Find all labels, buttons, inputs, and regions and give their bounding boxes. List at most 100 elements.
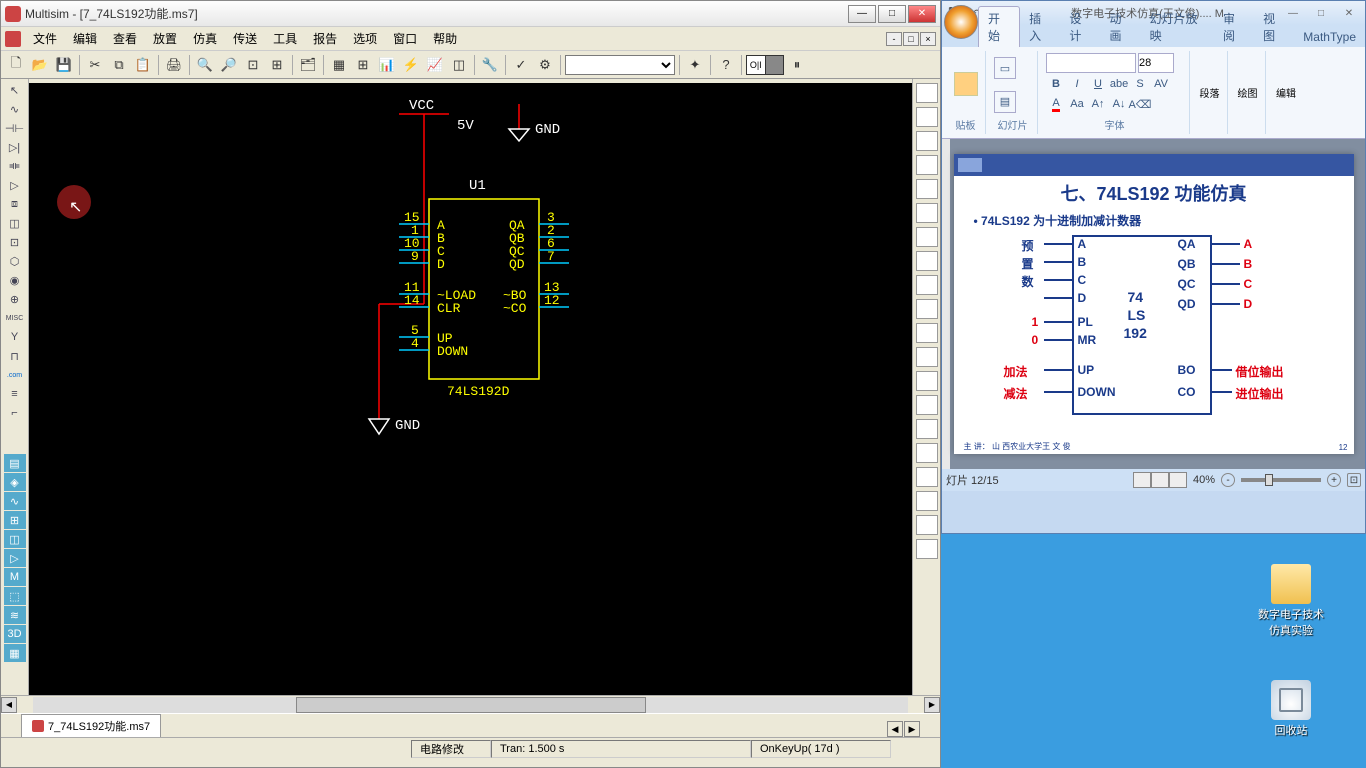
scope4-icon[interactable] [916,179,938,199]
titlebar[interactable]: Multisim - [7_74LS192功能.ms7] — □ ✕ [1,1,940,27]
clear-format-button[interactable]: A⌫ [1130,95,1150,113]
bus-tool[interactable]: ≡ [4,385,26,403]
diode-tool[interactable]: ▷| [4,138,26,156]
grow-font-button[interactable]: A↑ [1088,95,1108,113]
schematic-canvas[interactable]: VCC 5V GND GND U1 74LS192D [29,79,912,695]
mdi-minimize[interactable]: - [886,32,902,46]
spectrum-tool[interactable]: ▦ [4,644,26,662]
horizontal-scrollbar[interactable]: ◀ ▶ [1,695,940,713]
tab-design[interactable]: 设计 [1060,7,1100,47]
ttl-tool[interactable]: ⧈ [4,195,26,213]
ivanalyzer-icon[interactable] [916,323,938,343]
menu-simulate[interactable]: 仿真 [185,28,225,49]
layout-button[interactable]: ▤ [994,91,1016,113]
file-tab[interactable]: 7_74LS192功能.ms7 [21,714,161,737]
labview-icon[interactable] [916,515,938,535]
menu-window[interactable]: 窗口 [385,28,425,49]
zoom-area-button[interactable]: ⊡ [242,54,264,76]
check-button[interactable]: ✓ [510,54,532,76]
cut-button[interactable]: ✂ [84,54,106,76]
menu-reports[interactable]: 报告 [305,28,345,49]
paragraph-button[interactable]: 段落 [1198,66,1221,120]
transistor-tool[interactable]: ⟚ [4,157,26,175]
electromech-tool[interactable]: ⊓ [4,347,26,365]
paste-button[interactable]: 📋 [132,54,154,76]
normal-view-button[interactable] [1133,472,1151,488]
wizard-button[interactable]: ⚙ [534,54,556,76]
wattmeter-icon[interactable] [916,131,938,151]
rf-tool[interactable]: Y [4,328,26,346]
oscilloscope-button[interactable]: ◫ [448,54,470,76]
tab-view[interactable]: 视图 [1254,7,1294,47]
slideshow-view-button[interactable] [1169,472,1187,488]
slide-area[interactable]: 七、74LS192 功能仿真 • 74LS192 为十进制加减计数器 74 LS… [942,139,1365,469]
plotter-tool[interactable]: ▷ [4,549,26,567]
connector-tool[interactable]: ⌐ [4,404,26,422]
zoom-in-button[interactable]: 🔍 [194,54,216,76]
spacing-button[interactable]: AV [1151,75,1171,93]
wordgen2-icon[interactable] [916,251,938,271]
zoom-out-button[interactable]: 🔎 [218,54,240,76]
power-tool[interactable]: ⊕ [4,290,26,308]
font-color-button[interactable]: A [1046,95,1066,113]
grapher-button[interactable]: 📊 [376,54,398,76]
menu-edit[interactable]: 编辑 [65,28,105,49]
zoom-fit-button[interactable]: ⊞ [266,54,288,76]
source-tool[interactable]: ∿ [4,100,26,118]
tab-review[interactable]: 审阅 [1214,7,1254,47]
tab-mathtype[interactable]: MathType [1294,27,1365,47]
scope-tool[interactable]: ◫ [4,530,26,548]
slide-thumbnails[interactable] [942,139,950,469]
probe2-icon[interactable] [916,539,938,559]
tab-insert[interactable]: 插入 [1020,7,1060,47]
office-button[interactable] [944,5,978,39]
funcgen-icon[interactable] [916,107,938,127]
editing-button[interactable]: 编辑 [1274,66,1298,120]
multimeter-icon[interactable] [916,83,938,103]
zoom-slider[interactable] [1241,478,1321,482]
agilent-fg-icon[interactable] [916,419,938,439]
hierarchy-button[interactable]: 🗂 [297,54,319,76]
menu-file[interactable]: 文件 [25,28,65,49]
probe-tool[interactable]: ∿ [4,492,26,510]
analysis-button[interactable]: 📈 [424,54,446,76]
ppt-close-button[interactable]: ✕ [1337,5,1361,21]
save-button[interactable]: 💾 [53,54,75,76]
netanalyzer2-icon[interactable] [916,395,938,415]
tek-scope-icon[interactable] [916,491,938,511]
menu-transfer[interactable]: 传送 [225,28,265,49]
shrink-font-button[interactable]: A↓ [1109,95,1129,113]
counter-tool[interactable]: ⊞ [4,511,26,529]
agilent-scope-icon[interactable] [916,467,938,487]
postprocessor-button[interactable]: ⚡ [400,54,422,76]
wordgen-tool[interactable]: М [4,568,26,586]
menu-view[interactable]: 查看 [105,28,145,49]
netanalyzer-tool[interactable]: ≋ [4,606,26,624]
vmeter-tool[interactable]: ▤ [4,454,26,472]
fit-button[interactable]: ⊡ [1347,473,1361,487]
italic-button[interactable]: I [1067,75,1087,93]
cmos-tool[interactable]: ◫ [4,214,26,232]
copy-button[interactable]: ⧉ [108,54,130,76]
ppt-maximize-button[interactable]: □ [1309,5,1333,21]
print-button[interactable]: 🖨 [163,54,185,76]
slide[interactable]: 七、74LS192 功能仿真 • 74LS192 为十进制加减计数器 74 LS… [954,154,1354,454]
strike-button[interactable]: abe [1109,75,1129,93]
distortion-tool[interactable]: 3D [4,625,26,643]
menu-place[interactable]: 放置 [145,28,185,49]
open-button[interactable]: 📂 [29,54,51,76]
bold-button[interactable]: B [1046,75,1066,93]
tab-home[interactable]: 开始 [978,6,1020,47]
menu-help[interactable]: 帮助 [425,28,465,49]
misc-tool[interactable]: MISC [4,309,26,327]
maximize-button[interactable]: □ [878,5,906,23]
scroll-right-button[interactable]: ▶ [924,697,940,713]
logic-tool[interactable]: ⬚ [4,587,26,605]
minimize-button[interactable]: — [848,5,876,23]
scroll-left-button[interactable]: ◀ [1,697,17,713]
tab-animation[interactable]: 动画 [1100,7,1140,47]
menu-tools[interactable]: 工具 [265,28,305,49]
mixed-tool[interactable]: ⬡ [4,252,26,270]
tab-next[interactable]: ▶ [904,721,920,737]
indicator-tool[interactable]: ◉ [4,271,26,289]
